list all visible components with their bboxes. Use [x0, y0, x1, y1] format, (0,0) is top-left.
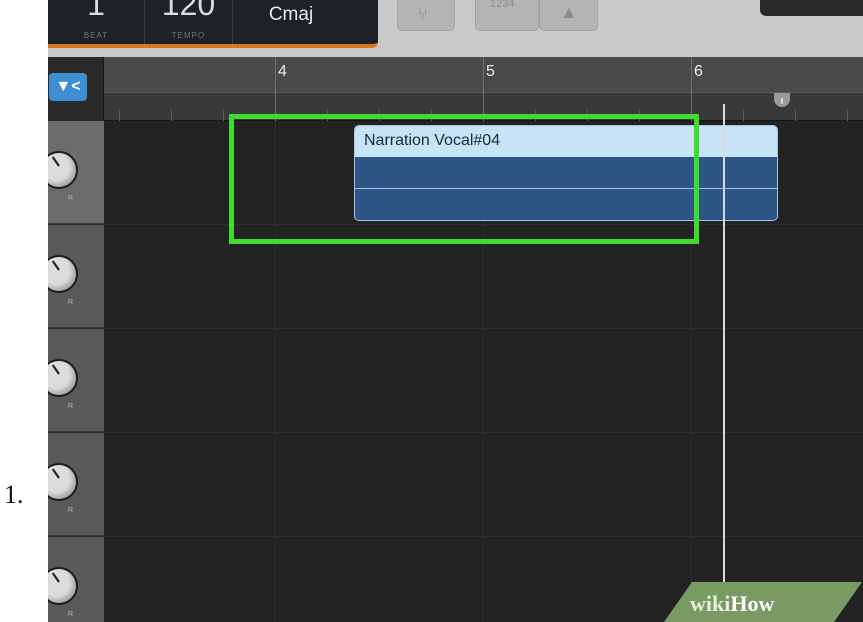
- track-header-1[interactable]: R: [48, 121, 104, 224]
- lane-separator: [104, 432, 863, 433]
- garageband-window: 1 BEAT 120 TEMPO Cmaj ⑂ 1234 ▲ ▼< R R R …: [48, 0, 863, 622]
- region-divider: [355, 188, 777, 189]
- lcd-display[interactable]: 1 BEAT 120 TEMPO Cmaj: [48, 0, 378, 48]
- beat-tick: [639, 109, 640, 121]
- beat-tick: [327, 109, 328, 121]
- lane-separator: [104, 224, 863, 225]
- beat-cell[interactable]: 1 BEAT: [48, 0, 145, 44]
- bar-line: [691, 57, 692, 121]
- beat-tick: [379, 109, 380, 121]
- track-header-column: ▼< R R R R R: [48, 57, 104, 622]
- control-bar: 1 BEAT 120 TEMPO Cmaj ⑂ 1234 ▲: [48, 0, 863, 57]
- beat-tick: [431, 109, 432, 121]
- pan-knob[interactable]: [48, 463, 78, 501]
- knob-r-label: R: [68, 403, 74, 410]
- track-header-2[interactable]: R: [48, 225, 104, 328]
- playhead-line[interactable]: [723, 104, 725, 622]
- beat-label: BEAT: [83, 31, 109, 40]
- pan-knob[interactable]: [48, 255, 78, 293]
- lane-separator: [104, 536, 863, 537]
- beat-tick: [535, 109, 536, 121]
- count-in-button[interactable]: 1234: [475, 0, 539, 31]
- bar-number-6: 6: [694, 63, 703, 80]
- tracks-area[interactable]: Narration Vocal#04: [104, 121, 863, 622]
- watermark-part2: How: [730, 591, 775, 616]
- beat-tick: [743, 109, 744, 121]
- metronome-icon: ▲: [560, 2, 578, 22]
- beat-value: 1: [87, 0, 105, 22]
- key-value[interactable]: Cmaj: [261, 4, 321, 26]
- pan-knob[interactable]: [48, 151, 78, 189]
- tuner-fork-icon: ⑂: [418, 6, 428, 23]
- bar-number-5: 5: [486, 63, 495, 80]
- filter-icon: ▼<: [55, 78, 81, 95]
- metronome-button[interactable]: ▲: [539, 0, 598, 31]
- grid-line: [275, 121, 276, 622]
- pan-knob[interactable]: [48, 359, 78, 397]
- tempo-label: TEMPO: [171, 31, 206, 40]
- knob-r-label: R: [68, 299, 74, 306]
- bar-line: [483, 57, 484, 121]
- bar-number-4: 4: [278, 63, 287, 80]
- pan-knob[interactable]: [48, 567, 78, 605]
- knob-r-label: R: [68, 195, 74, 202]
- tempo-value: 120: [161, 0, 216, 22]
- region-name: Narration Vocal#04: [355, 126, 777, 157]
- count-in-label: 1234: [490, 0, 515, 10]
- beat-tick: [795, 109, 796, 121]
- track-header-4[interactable]: R: [48, 433, 104, 536]
- tempo-cell[interactable]: 120 TEMPO: [145, 0, 233, 44]
- beat-tick: [171, 109, 172, 121]
- watermark-part1: wiki: [690, 591, 731, 616]
- beat-tick: [587, 109, 588, 121]
- audio-region[interactable]: Narration Vocal#04: [354, 125, 778, 221]
- timeline-ruler[interactable]: 4 5 6: [104, 57, 863, 121]
- track-header-3[interactable]: R: [48, 329, 104, 432]
- watermark-logo: wikiHow: [690, 591, 774, 617]
- track-header-5[interactable]: R: [48, 537, 104, 622]
- lane-separator: [104, 328, 863, 329]
- knob-r-label: R: [68, 507, 74, 514]
- filter-button[interactable]: ▼<: [49, 73, 87, 101]
- beat-tick: [223, 109, 224, 121]
- knob-r-label: R: [68, 611, 74, 618]
- beat-tick: [847, 109, 848, 121]
- list-number: 1.: [4, 480, 24, 509]
- tuner-button[interactable]: ⑂: [397, 0, 455, 31]
- bar-line: [275, 57, 276, 121]
- playhead-handle[interactable]: [774, 93, 790, 107]
- search-field-edge[interactable]: [760, 0, 863, 16]
- beat-tick: [119, 109, 120, 121]
